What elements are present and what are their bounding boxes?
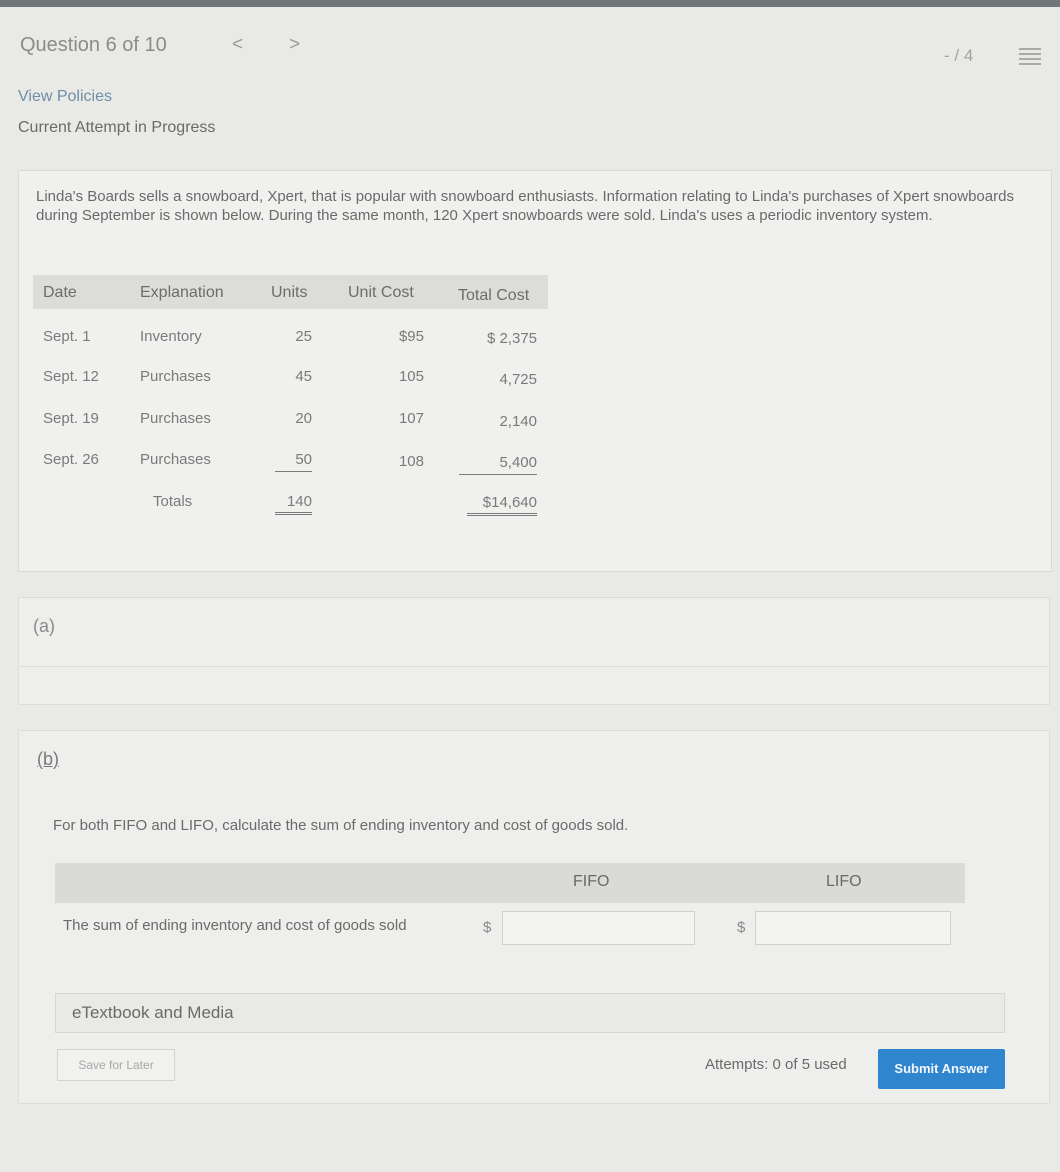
header-date: Date — [43, 284, 77, 301]
part-a-label: (a) — [33, 616, 55, 636]
etextbook-media-button[interactable]: eTextbook and Media — [55, 993, 1005, 1033]
table-cell: Purchases — [140, 410, 211, 427]
previous-question-button[interactable]: < — [232, 34, 243, 56]
header-units: Units — [271, 284, 308, 301]
part-b-label[interactable]: (b) — [37, 749, 59, 770]
table-cell: Purchases — [140, 451, 211, 468]
table-cell: 5,400 — [459, 454, 537, 475]
table-cell: 105 — [398, 368, 424, 385]
table-cell: 25 — [295, 328, 312, 345]
question-score: - / 4 — [944, 46, 974, 65]
part-b-instruction: For both FIFO and LIFO, calculate the su… — [53, 817, 629, 834]
totals-label: Totals — [153, 493, 193, 510]
problem-panel: Linda's Boards sells a snowboard, Xpert,… — [18, 170, 1052, 572]
table-cell: $ 2,375 — [486, 330, 537, 347]
table-cell: Sept. 26 — [43, 451, 99, 468]
part-b-panel: (b) For both FIFO and LIFO, calculate th… — [18, 730, 1050, 1104]
lifo-currency-symbol: $ — [737, 919, 746, 936]
inventory-table: Date Explanation Units Unit Cost Total C… — [33, 275, 548, 525]
next-question-button[interactable]: > — [289, 34, 300, 56]
top-bar — [0, 0, 1060, 7]
table-cell: 4,725 — [499, 371, 537, 388]
attempts-counter: Attempts: 0 of 5 used — [705, 1056, 847, 1073]
table-cell: 20 — [295, 410, 312, 427]
view-policies-link[interactable]: View Policies — [18, 88, 112, 106]
table-cell: Purchases — [140, 368, 211, 385]
question-title: Question 6 of 10 — [20, 34, 167, 56]
fifo-column-header: FIFO — [573, 873, 610, 890]
fifo-answer-input[interactable] — [502, 911, 695, 945]
problem-text: Linda's Boards sells a snowboard, Xpert,… — [36, 188, 1014, 224]
fifo-currency-symbol: $ — [483, 919, 492, 936]
divider — [19, 666, 1049, 667]
submit-answer-button[interactable]: Submit Answer — [878, 1049, 1005, 1089]
attempt-status: Current Attempt in Progress — [18, 119, 216, 136]
answer-table-header: FIFO LIFO — [55, 863, 965, 903]
table-cell: 108 — [398, 453, 424, 470]
header-explanation: Explanation — [140, 284, 224, 301]
save-for-later-button[interactable]: Save for Later — [57, 1049, 175, 1081]
table-cell: $95 — [398, 328, 424, 345]
table-cell: Sept. 12 — [43, 368, 99, 385]
lifo-answer-input[interactable] — [755, 911, 951, 945]
table-cell: Inventory — [140, 328, 202, 345]
answer-row-label: The sum of ending inventory and cost of … — [63, 917, 407, 934]
header-total-cost: Total Cost — [458, 287, 530, 304]
inventory-table-header: Date Explanation Units Unit Cost Total C… — [33, 275, 548, 309]
table-cell: 50 — [275, 451, 312, 472]
table-cell: Sept. 1 — [43, 328, 91, 345]
totals-units: 140 — [274, 493, 312, 515]
table-cell: 2,140 — [499, 413, 537, 430]
header-unit-cost: Unit Cost — [348, 284, 414, 301]
part-a-panel[interactable]: (a) — [18, 597, 1050, 705]
lifo-column-header: LIFO — [826, 873, 862, 890]
totals-total-cost: $14,640 — [466, 494, 537, 516]
etextbook-media-label: eTextbook and Media — [72, 1003, 234, 1022]
list-icon[interactable] — [1019, 45, 1041, 69]
table-cell: Sept. 19 — [43, 410, 99, 427]
table-cell: 107 — [398, 410, 424, 427]
table-cell: 45 — [295, 368, 312, 385]
